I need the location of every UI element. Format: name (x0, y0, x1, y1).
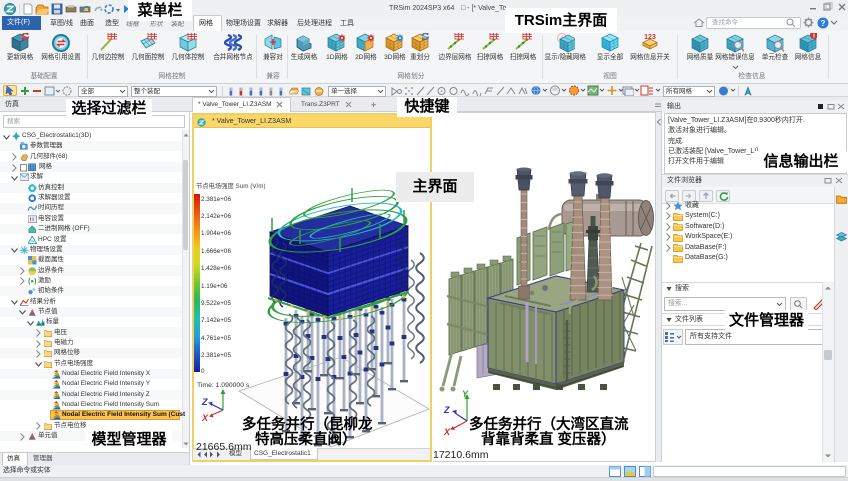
svg-text:?: ? (821, 19, 826, 28)
svg-text:Y: Y (462, 389, 469, 399)
svg-text:X: X (443, 427, 451, 437)
svg-text:Z: Z (443, 405, 450, 415)
svg-text:i: i (813, 33, 815, 40)
